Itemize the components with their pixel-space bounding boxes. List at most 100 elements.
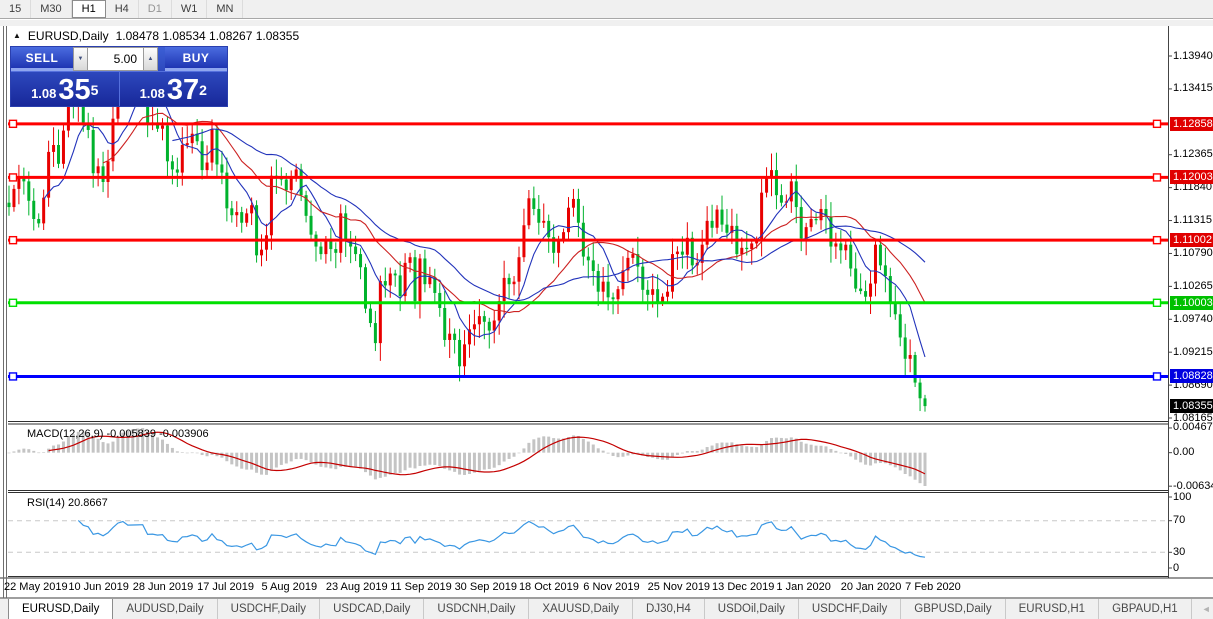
macd-tick-label: 0.00	[1173, 446, 1195, 459]
timeframe-button-mn[interactable]: MN	[207, 0, 244, 18]
tab-usdchf-daily[interactable]: USDCHF,Daily	[799, 599, 902, 619]
candle-body	[418, 258, 422, 302]
macd-histogram-bar	[670, 452, 674, 458]
tab-usdoil-daily[interactable]: USDOil,Daily	[705, 599, 799, 619]
tab-dj30-h4[interactable]: DJ30,H4	[633, 599, 705, 619]
candle-body	[765, 178, 769, 193]
macd-histogram-bar	[581, 438, 585, 453]
sell-price-display[interactable]: 1.08 35 5	[11, 72, 120, 106]
macd-histogram-bar	[423, 452, 427, 466]
toolbar-lower-edge	[0, 19, 1213, 26]
tab-eurusd-daily[interactable]: EURUSD,Daily	[8, 599, 114, 619]
candle-body	[878, 244, 882, 266]
candle-body	[334, 249, 338, 253]
candle-body	[527, 198, 531, 226]
macd-histogram-bar	[368, 452, 372, 476]
volume-input[interactable]	[88, 47, 143, 71]
macd-histogram-bar	[765, 440, 769, 453]
macd-histogram-bar	[334, 452, 338, 470]
tab-gbpusd-daily[interactable]: GBPUSD,Daily	[901, 599, 1006, 619]
candle-body	[269, 175, 273, 236]
candle-body	[507, 277, 511, 285]
date-label: 28 Jun 2019	[132, 581, 194, 593]
line-end-marker[interactable]	[1152, 235, 1162, 245]
macd-histogram-bar	[200, 452, 204, 456]
candle-body	[675, 251, 679, 255]
candle-body	[873, 244, 877, 284]
macd-histogram-bar	[844, 452, 848, 454]
timeframe-button-w1[interactable]: W1	[172, 0, 208, 18]
macd-histogram-bar	[428, 452, 432, 465]
line-end-marker[interactable]	[8, 298, 18, 307]
macd-histogram-bar	[304, 452, 308, 461]
timeframe-button-h1[interactable]: H1	[71, 0, 106, 18]
macd-histogram-bar	[512, 452, 516, 457]
macd-histogram-bar	[299, 452, 303, 459]
line-end-marker[interactable]	[8, 119, 18, 129]
macd-histogram-bar	[359, 452, 363, 469]
candle-body	[284, 179, 288, 191]
volume-up-button[interactable]: ▲	[143, 47, 158, 71]
macd-histogram-bar	[438, 452, 442, 466]
macd-histogram-bar	[413, 452, 417, 469]
chart-title-symbol: EURUSD,Daily	[27, 29, 109, 43]
tab-xauusd-daily[interactable]: XAUUSD,Daily	[529, 599, 634, 619]
rsi-tick-label: 100	[1173, 490, 1192, 503]
price-badge: 1.11002	[1170, 233, 1213, 248]
tab-audusd-daily[interactable]: AUDUSD,Daily	[113, 599, 218, 619]
macd-histogram-bar	[467, 452, 471, 474]
rsi-group	[8, 519, 1168, 558]
macd-histogram-bar	[487, 452, 491, 470]
macd-histogram-bar	[507, 452, 511, 459]
macd-histogram-bar	[309, 452, 313, 463]
line-end-marker[interactable]	[8, 235, 18, 245]
macd-histogram-bar	[175, 451, 179, 453]
timeframe-toolbar: 15 M30 H1 H4 D1 W1 MN	[0, 0, 1213, 19]
buy-button[interactable]: BUY	[165, 47, 227, 71]
tab-usdcad-daily[interactable]: USDCAD,Daily	[320, 599, 425, 619]
candle-body	[443, 307, 447, 340]
candle-body	[567, 207, 571, 233]
line-end-marker[interactable]	[8, 173, 18, 182]
tab-gbpaud-h1[interactable]: GBPAUD,H1	[1099, 599, 1192, 619]
macd-histogram-bar	[621, 452, 625, 457]
timeframe-button-m30[interactable]: M30	[31, 0, 72, 18]
candle-body	[264, 235, 268, 250]
date-label: 30 Sep 2019	[454, 581, 517, 593]
date-label: 22 May 2019	[4, 581, 68, 593]
line-end-marker[interactable]	[1152, 298, 1162, 307]
tab-usdchf-daily[interactable]: USDCHF,Daily	[218, 599, 321, 619]
candle-body	[839, 243, 843, 251]
scroll-left-icon[interactable]: ◄	[1202, 604, 1211, 614]
line-end-marker[interactable]	[1152, 173, 1162, 182]
timeframe-button-d1[interactable]: D1	[139, 0, 172, 18]
macd-histogram-bar	[784, 438, 788, 453]
macd-histogram-bar	[690, 451, 694, 453]
candle-body	[774, 170, 778, 196]
macd-histogram-bar	[418, 452, 422, 466]
macd-histogram-bar	[567, 436, 571, 453]
timeframe-button-15[interactable]: 15	[0, 0, 32, 18]
candle-body	[606, 281, 610, 298]
line-end-marker[interactable]	[8, 372, 18, 381]
sell-price-pips: 35	[58, 74, 91, 106]
line-end-marker[interactable]	[1152, 372, 1162, 381]
timeframe-button-h4[interactable]: H4	[106, 0, 139, 18]
sell-button[interactable]: SELL	[11, 47, 73, 71]
date-label: 11 Sep 2019	[390, 581, 452, 593]
collapse-panel-icon[interactable]: ▲	[13, 31, 21, 41]
buy-price-display[interactable]: 1.08 37 2	[120, 72, 228, 106]
macd-histogram-bar	[700, 449, 704, 453]
candle-body	[532, 198, 536, 209]
macd-histogram-bar	[96, 438, 100, 453]
macd-histogram-bar	[61, 441, 65, 453]
macd-histogram-bar	[463, 452, 467, 475]
line-end-marker[interactable]	[1152, 119, 1162, 129]
candle-body	[542, 220, 546, 223]
tab-usdcnh-daily[interactable]: USDCNH,Daily	[424, 599, 530, 619]
macd-histogram-bar	[685, 451, 689, 453]
tab-eurusd-h1[interactable]: EURUSD,H1	[1006, 599, 1100, 619]
volume-down-button[interactable]: ▼	[73, 47, 88, 71]
macd-histogram-bar	[809, 444, 813, 453]
macd-histogram-bar	[814, 445, 818, 453]
